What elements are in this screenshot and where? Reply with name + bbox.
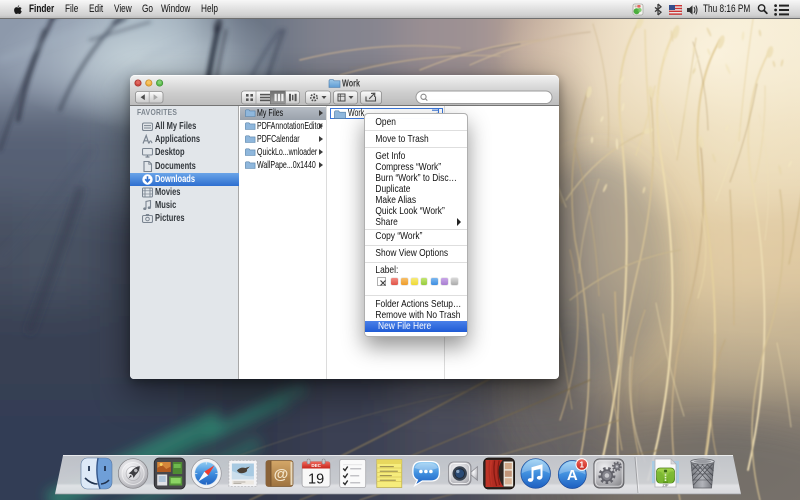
svg-text:@: @ [274, 466, 289, 483]
svg-text:1: 1 [579, 460, 584, 470]
svg-text:DEC: DEC [311, 463, 321, 468]
svg-text:A: A [567, 467, 578, 484]
svg-text:19: 19 [308, 472, 324, 488]
svg-text:Work: Work [342, 78, 360, 90]
svg-text:ZIP: ZIP [662, 482, 669, 487]
